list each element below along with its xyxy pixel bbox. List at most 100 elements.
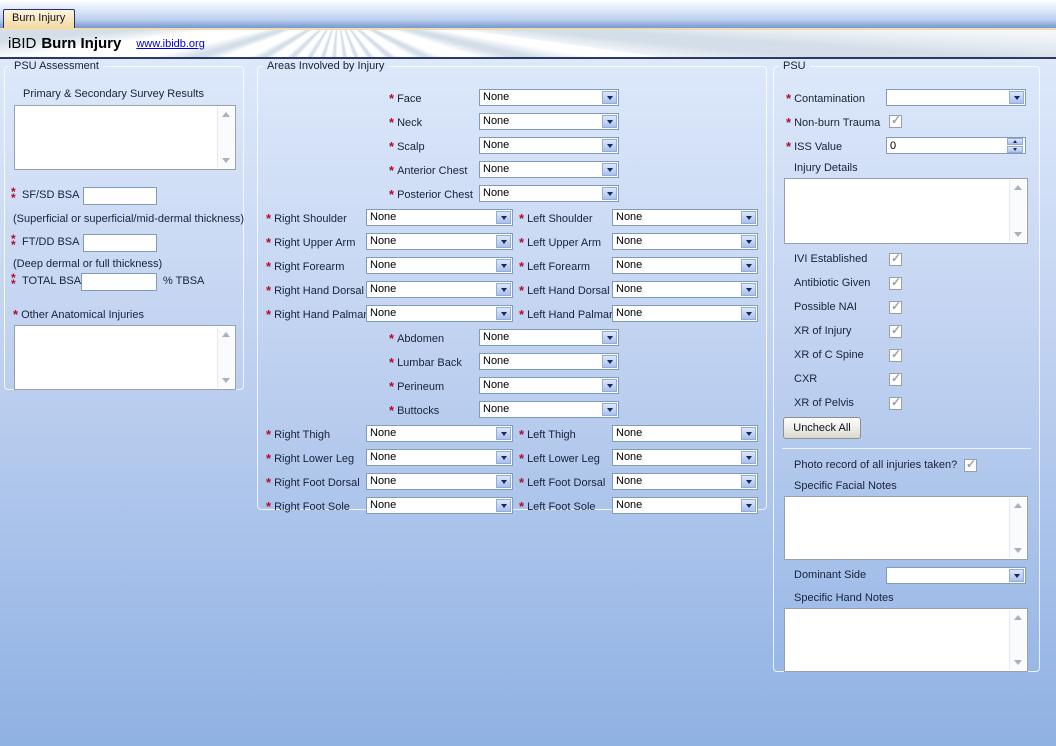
chevron-down-icon[interactable]	[741, 307, 756, 320]
scroll-up-icon[interactable]	[1014, 503, 1022, 508]
spin-up-icon[interactable]	[1007, 138, 1023, 145]
chevron-down-icon[interactable]	[602, 163, 617, 176]
uncheck-all-button[interactable]: Uncheck All	[783, 417, 861, 439]
abdomen-dropdown[interactable]: None	[479, 329, 619, 346]
chevron-down-icon[interactable]	[741, 283, 756, 296]
hand-notes-label: Specific Hand Notes	[794, 590, 894, 607]
chevron-down-icon[interactable]	[496, 259, 511, 272]
right-foot-dorsal-dropdown[interactable]: None	[366, 473, 513, 490]
hand-notes-textarea[interactable]	[786, 610, 1009, 670]
survey-results-textarea[interactable]	[16, 107, 217, 168]
scroll-up-icon[interactable]	[222, 332, 230, 337]
scroll-up-icon[interactable]	[222, 112, 230, 117]
right-hand-palmar-dropdown[interactable]: None	[366, 305, 513, 322]
chevron-down-icon[interactable]	[602, 91, 617, 104]
chevron-down-icon[interactable]	[602, 187, 617, 200]
dominant-side-dropdown[interactable]	[886, 567, 1026, 584]
scroll-down-icon[interactable]	[1014, 660, 1022, 665]
injury-details-textarea[interactable]	[786, 180, 1009, 242]
chevron-down-icon[interactable]	[496, 475, 511, 488]
right-forearm-dropdown[interactable]: None	[366, 257, 513, 274]
total-bsa-input[interactable]	[81, 273, 157, 291]
chevron-down-icon[interactable]	[496, 283, 511, 296]
iss-value-input[interactable]	[886, 137, 1026, 154]
chevron-down-icon[interactable]	[602, 379, 617, 392]
scrollbar[interactable]	[217, 107, 234, 168]
left-forearm-dropdown[interactable]: None	[612, 257, 758, 274]
chevron-down-icon[interactable]	[496, 427, 511, 440]
area-row: *Anterior ChestNone	[258, 161, 766, 178]
facial-notes-textarea[interactable]	[786, 498, 1009, 558]
chevron-down-icon[interactable]	[741, 259, 756, 272]
left-lower-leg-dropdown[interactable]: None	[612, 449, 758, 466]
right-thigh-dropdown[interactable]: None	[366, 425, 513, 442]
scroll-up-icon[interactable]	[1014, 185, 1022, 190]
scroll-up-icon[interactable]	[1014, 615, 1022, 620]
cxr-checkbox[interactable]	[889, 373, 902, 386]
chevron-down-icon[interactable]	[741, 475, 756, 488]
lumbar-back-dropdown[interactable]: None	[479, 353, 619, 370]
right-foot-sole-dropdown[interactable]: None	[366, 497, 513, 514]
tab-burn-injury[interactable]: Burn Injury	[3, 9, 75, 28]
left-hand-dorsal-dropdown[interactable]: None	[612, 281, 758, 298]
scroll-down-icon[interactable]	[1014, 232, 1022, 237]
chevron-down-icon[interactable]	[602, 355, 617, 368]
perineum-dropdown[interactable]: None	[479, 377, 619, 394]
scroll-down-icon[interactable]	[222, 378, 230, 383]
left-hand-palmar-dropdown[interactable]: None	[612, 305, 758, 322]
scrollbar[interactable]	[1009, 180, 1026, 242]
contamination-dropdown[interactable]	[886, 89, 1026, 106]
right-upper-arm-dropdown[interactable]: None	[366, 233, 513, 250]
chevron-down-icon[interactable]	[1009, 569, 1024, 582]
chevron-down-icon[interactable]	[741, 427, 756, 440]
xr-of-injury-checkbox[interactable]	[889, 325, 902, 338]
right-lower-leg-dropdown[interactable]: None	[366, 449, 513, 466]
anterior-chest-dropdown[interactable]: None	[479, 161, 619, 178]
chevron-down-icon[interactable]	[741, 211, 756, 224]
chevron-down-icon[interactable]	[1009, 91, 1024, 104]
ivi-established-checkbox[interactable]	[889, 253, 902, 266]
spin-down-icon[interactable]	[1007, 146, 1023, 153]
scalp-dropdown[interactable]: None	[479, 137, 619, 154]
scroll-down-icon[interactable]	[222, 158, 230, 163]
left-thigh-dropdown[interactable]: None	[612, 425, 758, 442]
chevron-down-icon[interactable]	[602, 403, 617, 416]
chevron-down-icon[interactable]	[602, 331, 617, 344]
right-hand-dorsal-dropdown[interactable]: None	[366, 281, 513, 298]
ftdd-bsa-input[interactable]	[83, 234, 157, 252]
website-link[interactable]: www.ibidb.org	[136, 38, 204, 50]
required-icon: *	[389, 139, 394, 154]
scrollbar[interactable]	[1009, 498, 1026, 558]
left-foot-sole-dropdown[interactable]: None	[612, 497, 758, 514]
chevron-down-icon[interactable]	[602, 139, 617, 152]
xr-of-c-spine-checkbox[interactable]	[889, 349, 902, 362]
chevron-down-icon[interactable]	[496, 235, 511, 248]
other-injuries-textarea[interactable]	[16, 327, 217, 388]
non-burn-trauma-checkbox[interactable]	[889, 115, 902, 128]
posterior-chest-dropdown[interactable]: None	[479, 185, 619, 202]
sfsd-bsa-input[interactable]	[83, 187, 157, 205]
right-shoulder-dropdown[interactable]: None	[366, 209, 513, 226]
neck-dropdown[interactable]: None	[479, 113, 619, 130]
scrollbar[interactable]	[1009, 610, 1026, 670]
chevron-down-icon[interactable]	[741, 235, 756, 248]
antibiotic-given-checkbox[interactable]	[889, 277, 902, 290]
chevron-down-icon[interactable]	[496, 499, 511, 512]
chevron-down-icon[interactable]	[496, 211, 511, 224]
scroll-down-icon[interactable]	[1014, 548, 1022, 553]
buttocks-dropdown[interactable]: None	[479, 401, 619, 418]
xr-of-pelvis-checkbox[interactable]	[889, 397, 902, 410]
possible-nai-checkbox[interactable]	[889, 301, 902, 314]
left-foot-dorsal-dropdown[interactable]: None	[612, 473, 758, 490]
left-upper-arm-dropdown[interactable]: None	[612, 233, 758, 250]
photo-record-checkbox[interactable]	[964, 459, 977, 472]
scrollbar[interactable]	[217, 327, 234, 388]
chevron-down-icon[interactable]	[741, 499, 756, 512]
left-shoulder-dropdown[interactable]: None	[612, 209, 758, 226]
chevron-down-icon[interactable]	[496, 451, 511, 464]
chevron-down-icon[interactable]	[602, 115, 617, 128]
area-row: *Right ForearmNone*Left ForearmNone	[258, 257, 766, 274]
chevron-down-icon[interactable]	[496, 307, 511, 320]
chevron-down-icon[interactable]	[741, 451, 756, 464]
face-dropdown[interactable]: None	[479, 89, 619, 106]
